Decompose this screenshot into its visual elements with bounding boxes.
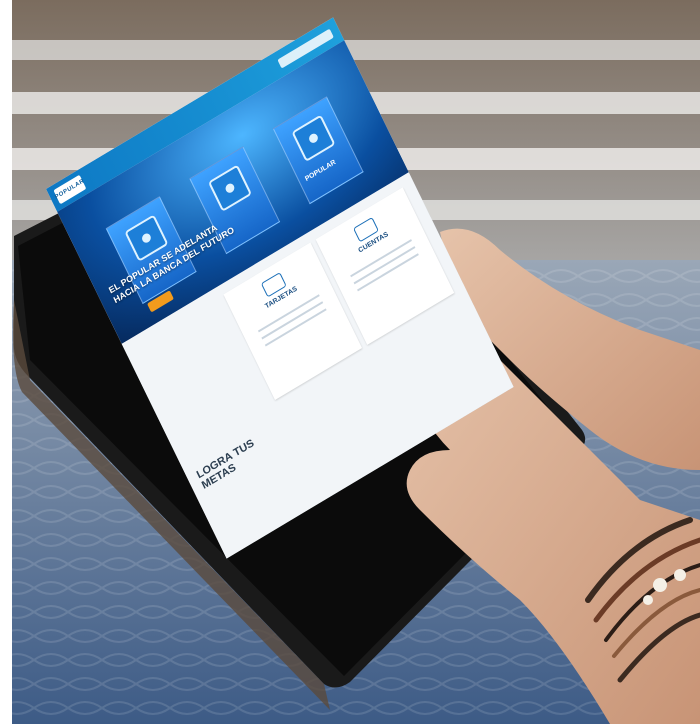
section-title: LOGRA TUS METAS	[194, 437, 257, 492]
panel-label: POPULAR	[304, 158, 337, 183]
banner-panel: POPULAR	[272, 96, 364, 205]
